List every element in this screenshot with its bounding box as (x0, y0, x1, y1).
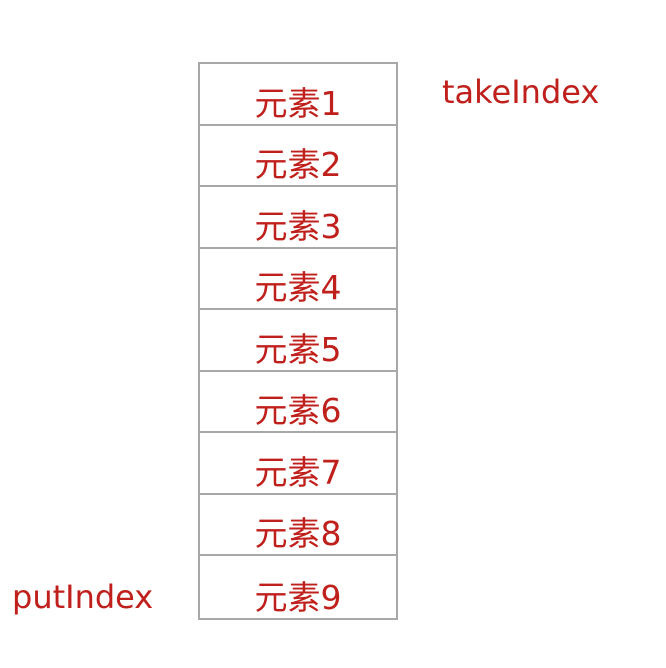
array-container: 元素1 元素2 元素3 元素4 元素5 元素6 元素7 元素8 元素9 (198, 62, 398, 620)
array-cell-label: 元素8 (254, 514, 342, 553)
array-cell: 元素1 (200, 64, 396, 126)
array-cell: 元素7 (200, 433, 396, 495)
array-cell: 元素3 (200, 187, 396, 249)
array-cell: 元素4 (200, 249, 396, 310)
array-cell: 元素2 (200, 126, 396, 187)
array-cell-label: 元素2 (254, 145, 342, 184)
array-cell-label: 元素5 (254, 329, 342, 369)
array-cell-label: 元素4 (254, 268, 342, 307)
array-cell-label: 元素9 (254, 577, 342, 617)
put-index-label: putIndex (12, 578, 154, 616)
array-cell: 元素9 (200, 556, 396, 618)
array-cell: 元素5 (200, 310, 396, 372)
array-cell-label: 元素1 (254, 83, 342, 123)
array-cell-label: 元素3 (254, 206, 342, 246)
array-cell: 元素8 (200, 495, 396, 556)
array-cell-label: 元素7 (254, 452, 342, 492)
take-index-label: takeIndex (442, 73, 600, 111)
array-cell-label: 元素6 (254, 391, 342, 430)
array-cell: 元素6 (200, 372, 396, 433)
